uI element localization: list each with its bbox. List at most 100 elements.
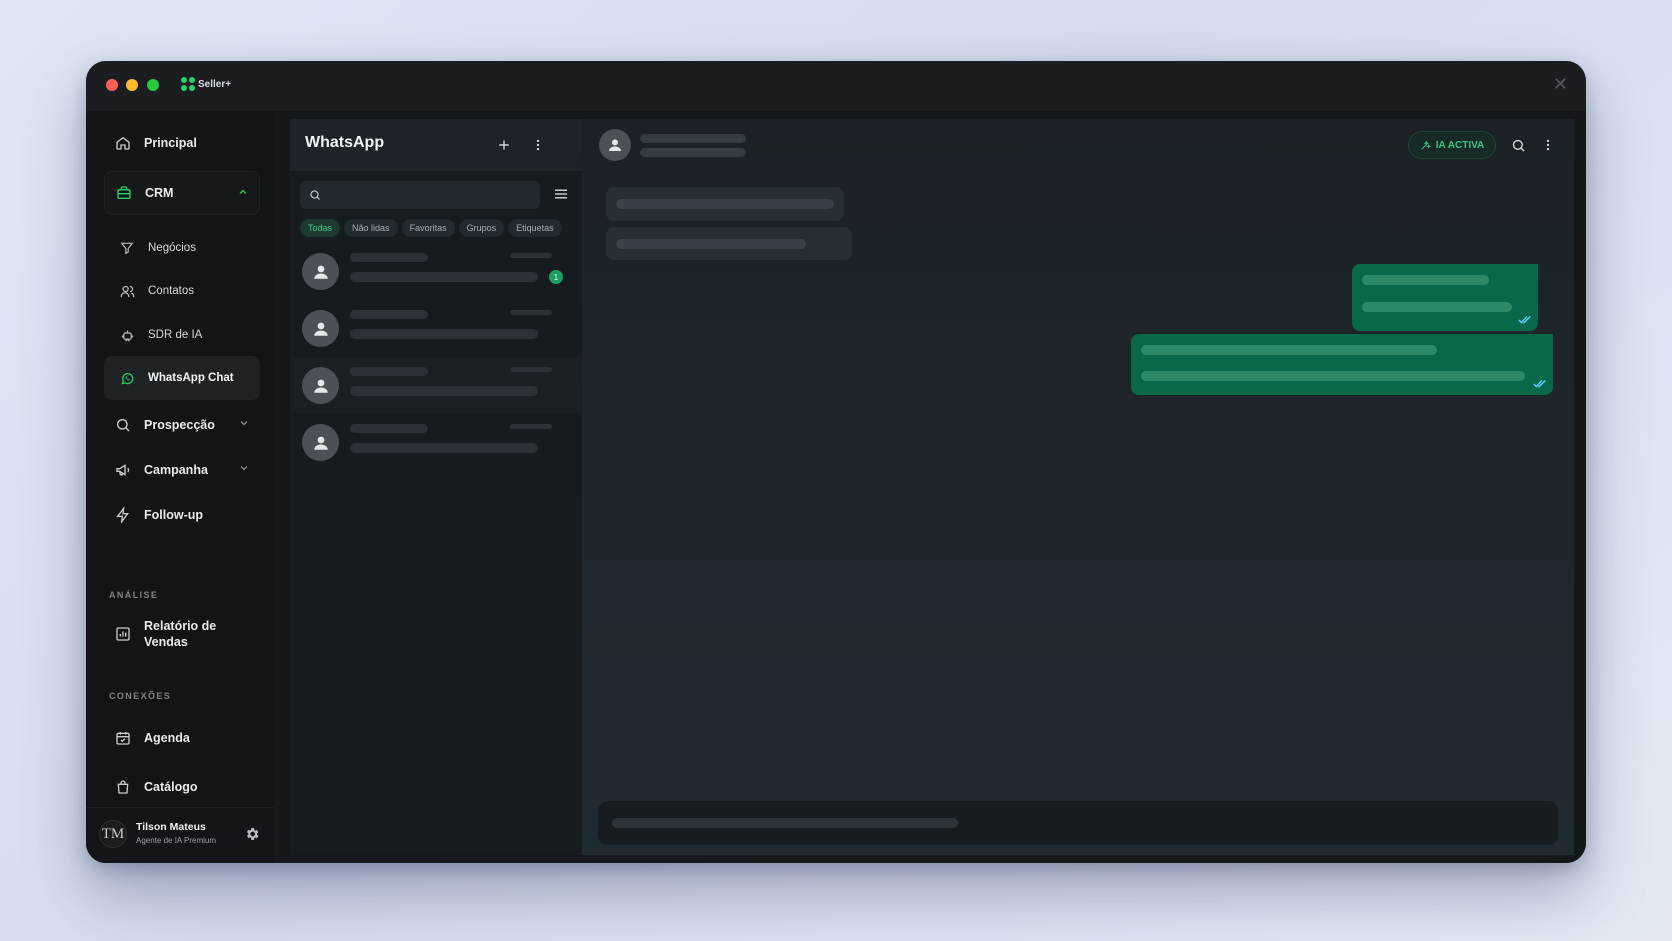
conversation-item[interactable]: [290, 414, 582, 470]
nav-relatorio-vendas[interactable]: Relatório de Vendas: [104, 608, 260, 660]
timestamp-placeholder: [510, 310, 552, 315]
read-check-icon: [1518, 316, 1531, 324]
user-placeholder-icon: [313, 379, 328, 393]
avatar: TM: [99, 820, 127, 848]
message-text-placeholder: [1141, 371, 1525, 381]
lightning-icon: [114, 506, 132, 524]
nav-sdr-label: SDR de IA: [148, 329, 203, 341]
more-vertical-icon: [1546, 139, 1550, 151]
message-preview-placeholder: [350, 386, 538, 396]
unread-badge: 1: [549, 270, 563, 284]
filter-chip-grupos[interactable]: Grupos: [458, 219, 505, 237]
nav-catalogo-label: Catálogo: [144, 780, 198, 794]
message-preview-placeholder: [350, 329, 538, 339]
nav-agenda-label: Agenda: [144, 731, 190, 745]
read-check-icon: [1533, 380, 1546, 388]
chat-header: IA ACTIVA: [582, 119, 1574, 171]
brand-name: Seller+: [198, 78, 232, 90]
avatar: [302, 424, 339, 461]
chat-list-menu-button[interactable]: [528, 135, 548, 155]
calendar-icon: [114, 729, 132, 747]
chat-menu-button[interactable]: [1538, 135, 1558, 155]
nav-principal[interactable]: Principal: [104, 121, 260, 165]
timestamp-placeholder: [510, 253, 552, 258]
nav-prospeccao[interactable]: Prospecção: [104, 403, 260, 447]
users-icon: [119, 283, 135, 299]
user-placeholder-icon: [313, 322, 328, 336]
avatar: [302, 310, 339, 347]
filter-chip-todas[interactable]: Todas: [300, 219, 341, 237]
timestamp-placeholder: [510, 424, 552, 429]
avatar: [302, 253, 339, 290]
timestamp-placeholder: [510, 367, 552, 372]
composer-text-placeholder: [612, 818, 958, 828]
search-icon: [310, 190, 320, 200]
app-window: Seller+ ✕ Principal CRM Negócios Contato…: [86, 61, 1586, 863]
ia-active-toggle[interactable]: IA ACTIVA: [1408, 131, 1496, 159]
conversation-item[interactable]: [290, 357, 582, 413]
bot-icon: [119, 327, 135, 343]
message-text-placeholder: [1362, 275, 1489, 285]
outgoing-message-bubble: [1352, 264, 1538, 331]
main-content: WhatsApp Todas Não lidas Favoritas Grupos Et…: [274, 111, 1586, 863]
nav-sdr-ia[interactable]: SDR de IA: [104, 313, 260, 357]
home-icon: [114, 134, 132, 152]
maximize-window-button[interactable]: [147, 79, 159, 91]
filter-chip-etiquetas[interactable]: Etiquetas: [508, 219, 562, 237]
nav-crm[interactable]: CRM: [104, 171, 260, 215]
nav-negocios[interactable]: Negócios: [104, 226, 260, 270]
nav-crm-label: CRM: [145, 186, 174, 200]
new-chat-button[interactable]: [494, 135, 514, 155]
nav-whatsapp-chat[interactable]: WhatsApp Chat: [104, 356, 260, 400]
nav-campanha[interactable]: Campanha: [104, 448, 260, 492]
message-text-placeholder: [616, 239, 806, 249]
chat-list-header: WhatsApp: [290, 119, 582, 171]
nav-followup-label: Follow-up: [144, 508, 204, 522]
nav-contatos[interactable]: Contatos: [104, 269, 260, 313]
avatar: [302, 367, 339, 404]
chat-search-button[interactable]: [1508, 135, 1528, 155]
user-placeholder-icon: [609, 139, 621, 151]
search-icon: [1512, 139, 1525, 152]
shopping-bag-icon: [114, 778, 132, 796]
filter-list-icon[interactable]: [552, 185, 570, 203]
contact-name-placeholder: [350, 367, 428, 376]
user-profile[interactable]: TM Tilson Mateus Agente de IA Premium: [86, 807, 274, 863]
conversation-item[interactable]: [290, 300, 582, 356]
brand-dots-icon: [181, 77, 195, 91]
search-icon: [114, 416, 132, 434]
nav-followup[interactable]: Follow-up: [104, 493, 260, 537]
close-icon[interactable]: ✕: [1553, 75, 1568, 93]
outgoing-message-bubble: [1131, 334, 1553, 395]
ia-active-label: IA ACTIVA: [1435, 139, 1485, 151]
filter-chip-favoritas[interactable]: Favoritas: [401, 219, 455, 237]
page-title: WhatsApp: [305, 134, 385, 151]
plus-icon: [499, 140, 509, 150]
message-preview-placeholder: [350, 272, 538, 282]
avatar[interactable]: [599, 129, 631, 161]
search-box: [300, 181, 540, 209]
close-window-button[interactable]: [106, 79, 118, 91]
chevron-up-icon: [239, 189, 247, 194]
nav-catalogo[interactable]: Catálogo: [104, 765, 260, 809]
sidebar: Principal CRM Negócios Contatos SDR de I…: [86, 111, 274, 863]
minimize-window-button[interactable]: [126, 79, 138, 91]
brand-logo: Seller+: [181, 77, 231, 91]
nav-agenda[interactable]: Agenda: [104, 716, 260, 760]
report-chart-icon: [114, 625, 132, 643]
chat-panel: IA ACTIVA: [582, 119, 1574, 855]
nav-campanha-label: Campanha: [144, 463, 208, 477]
filter-chip-nao-lidas[interactable]: Não lidas: [344, 219, 398, 237]
message-composer[interactable]: [598, 801, 1558, 845]
conversation-item[interactable]: 1: [290, 243, 582, 299]
megaphone-icon: [114, 461, 132, 479]
more-vertical-icon: [536, 139, 540, 151]
magic-wand-icon: [1421, 140, 1431, 150]
briefcase-icon: [115, 184, 133, 202]
chat-list-panel: WhatsApp Todas Não lidas Favoritas Grupos Et…: [290, 119, 582, 855]
search-input[interactable]: [329, 189, 529, 201]
whatsapp-icon: [119, 370, 135, 386]
gear-icon[interactable]: [244, 826, 260, 842]
incoming-message-bubble: [606, 187, 844, 221]
message-text-placeholder: [1362, 302, 1512, 312]
